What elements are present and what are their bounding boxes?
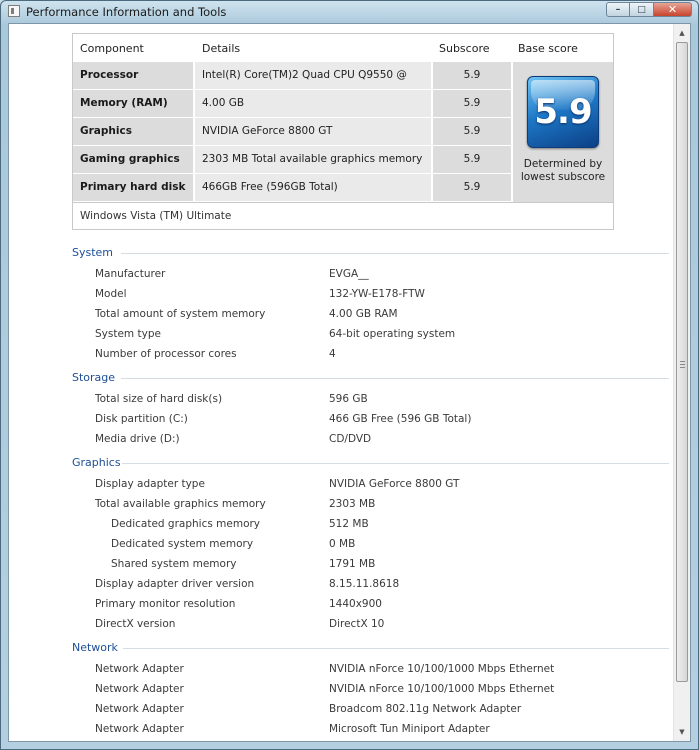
property-value: NVIDIA GeForce 8800 GT	[329, 478, 460, 490]
component-subscore: 5.9	[433, 174, 511, 201]
client-area: Component Details Subscore Base score Pr…	[8, 23, 691, 742]
component-name: Primary hard disk	[73, 174, 193, 201]
property-value: 1440x900	[329, 598, 382, 610]
property-value: Microsoft Tun Miniport Adapter	[329, 723, 490, 735]
score-row-graphics: Graphics NVIDIA GeForce 8800 GT 5.9	[73, 118, 511, 145]
maximize-button[interactable]: □	[630, 2, 654, 17]
base-note-line1: Determined by	[523, 158, 603, 170]
property-label: Display adapter driver version	[95, 578, 255, 590]
header-subscore: Subscore	[439, 42, 490, 55]
property-label: Number of processor cores	[95, 348, 237, 360]
property-value: NVIDIA nForce 10/100/1000 Mbps Ethernet	[329, 663, 555, 675]
score-table-header: Component Details Subscore Base score	[73, 34, 613, 62]
section-divider	[121, 253, 669, 254]
header-component: Component	[80, 42, 144, 55]
section-header-network: Network	[72, 641, 118, 654]
section-header-storage: Storage	[72, 371, 116, 384]
property-value: DirectX 10	[329, 618, 385, 630]
section-header-graphics: Graphics	[72, 456, 121, 469]
score-row-processor: Processor Intel(R) Core(TM)2 Quad CPU Q9…	[73, 62, 511, 108]
scrollbar-thumb[interactable]	[676, 42, 688, 682]
property-value: 2303 MB	[329, 498, 376, 510]
base-score-badge-icon: 5.9	[527, 76, 599, 148]
property-label: Manufacturer	[95, 268, 166, 280]
base-note-line2: lowest subscore	[520, 171, 606, 183]
base-score-panel: 5.9 Determined by lowest subscore	[513, 62, 613, 202]
component-details: 4.00 GB	[195, 90, 431, 117]
property-label: Network Adapter	[95, 683, 184, 695]
property-value: 596 GB	[329, 393, 368, 405]
property-label: Display adapter type	[95, 478, 205, 490]
property-value: 64-bit operating system	[329, 328, 456, 340]
property-label: Network Adapter	[95, 703, 184, 715]
minimize-button[interactable]: –	[606, 2, 630, 17]
window-title: Performance Information and Tools	[26, 5, 227, 19]
property-value: NVIDIA nForce 10/100/1000 Mbps Ethernet	[329, 683, 555, 695]
property-value: 4.00 GB RAM	[329, 308, 398, 320]
property-value: 132-YW-E178-FTW	[329, 288, 425, 300]
base-score-note: Determined by lowest subscore	[513, 158, 613, 184]
property-label: Total size of hard disk(s)	[95, 393, 223, 405]
title-bar[interactable]: Performance Information and Tools – □ ✕	[1, 1, 698, 23]
close-button[interactable]: ✕	[654, 2, 692, 17]
component-details: NVIDIA GeForce 8800 GT	[195, 118, 431, 145]
component-details: Intel(R) Core(TM)2 Quad CPU Q9550 @ 2.83…	[195, 62, 431, 108]
property-label: Dedicated system memory	[111, 538, 254, 550]
scroll-grip-icon	[680, 361, 685, 368]
section-header-system: System	[72, 246, 114, 259]
scroll-down-arrow-icon[interactable]: ▼	[676, 725, 688, 739]
property-value: 512 MB	[329, 518, 369, 530]
score-row-hard-disk: Primary hard disk 466GB Free (596GB Tota…	[73, 174, 511, 201]
component-subscore: 5.9	[433, 118, 511, 145]
section-divider	[121, 378, 669, 379]
section-divider	[122, 463, 669, 464]
property-label: DirectX version	[95, 618, 176, 630]
component-name: Graphics	[73, 118, 193, 145]
component-name: Gaming graphics	[73, 146, 193, 173]
vertical-scrollbar[interactable]: ▲ ▼	[673, 24, 690, 741]
property-label: Dedicated graphics memory	[111, 518, 261, 530]
property-label: System type	[95, 328, 161, 340]
score-table: Component Details Subscore Base score Pr…	[72, 33, 614, 230]
property-label: Model	[95, 288, 127, 300]
section-divider	[123, 648, 669, 649]
property-value: 466 GB Free (596 GB Total)	[329, 413, 472, 425]
property-label: Disk partition (C:)	[95, 413, 188, 425]
component-subscore: 5.9	[433, 62, 511, 89]
scroll-up-arrow-icon[interactable]: ▲	[676, 26, 688, 40]
property-value: 1791 MB	[329, 558, 376, 570]
property-value: 8.15.11.8618	[329, 578, 400, 590]
window-controls: – □ ✕	[606, 2, 692, 17]
performance-window: Performance Information and Tools – □ ✕ …	[0, 0, 699, 750]
property-value: EVGA__	[329, 268, 369, 280]
property-value: CD/DVD	[329, 433, 372, 445]
application-icon[interactable]	[8, 5, 20, 17]
property-label: Total amount of system memory	[95, 308, 266, 320]
property-label: Network Adapter	[95, 723, 184, 735]
component-details: 2303 MB Total available graphics memory	[195, 146, 431, 173]
property-label: Primary monitor resolution	[95, 598, 236, 610]
property-label: Network Adapter	[95, 663, 184, 675]
header-base-score: Base score	[518, 42, 578, 55]
component-subscore: 5.9	[433, 90, 511, 117]
property-value: 0 MB	[329, 538, 356, 550]
score-row-gaming-graphics: Gaming graphics 2303 MB Total available …	[73, 146, 511, 173]
property-label: Media drive (D:)	[95, 433, 180, 445]
score-row-memory: Memory (RAM) 4.00 GB 5.9	[73, 90, 511, 117]
property-value: 4	[329, 348, 336, 360]
component-details: 466GB Free (596GB Total)	[195, 174, 431, 201]
header-details: Details	[202, 42, 241, 55]
base-score-value: 5.9	[534, 92, 592, 132]
property-label: Total available graphics memory	[95, 498, 266, 510]
property-value: Broadcom 802.11g Network Adapter	[329, 703, 522, 715]
details-content: Component Details Subscore Base score Pr…	[9, 24, 673, 741]
property-label: Shared system memory	[111, 558, 237, 570]
component-name: Processor	[73, 62, 193, 89]
component-subscore: 5.9	[433, 146, 511, 173]
component-name: Memory (RAM)	[73, 90, 193, 117]
os-name: Windows Vista (TM) Ultimate	[73, 202, 613, 229]
